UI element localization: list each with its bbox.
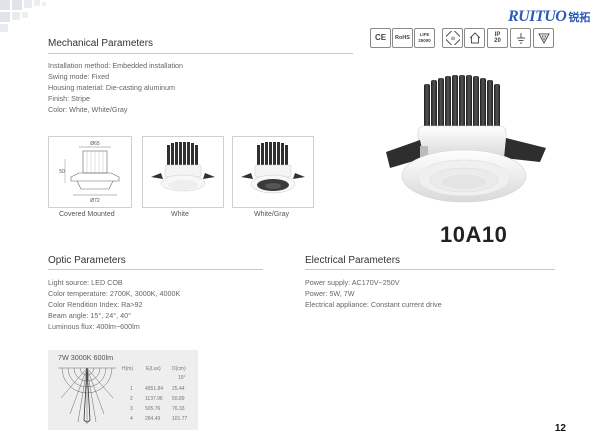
brand-name: RUITUO — [508, 8, 567, 25]
mechanical-heading: Mechanical Parameters — [48, 38, 154, 49]
table-cell: 284.49 — [145, 416, 161, 422]
triangle-warning-icon — [533, 28, 554, 48]
dimension-drawing: Ø65 50 Ø72 — [48, 136, 132, 208]
svg-text:⊙: ⊙ — [450, 36, 454, 42]
optic-heading: Optic Parameters — [48, 255, 126, 266]
table-cell: 50.89 — [172, 396, 185, 402]
thumbnail-white-gray — [232, 136, 314, 208]
optic-rule — [48, 269, 263, 270]
photometric-title: 7W 3000K 600lm — [58, 353, 114, 362]
electrical-line: Power supply: AC170V~250V — [305, 278, 400, 287]
life-hours-icon: LIFE 25000 — [414, 28, 435, 48]
ce-mark-icon: CE — [370, 28, 391, 48]
optic-line: Light source: LED COB — [48, 278, 123, 287]
optic-line: Beam angle: 15°, 24°, 40° — [48, 311, 131, 320]
table-cell: 505.76 — [145, 406, 161, 412]
table-angle: 15° — [178, 375, 186, 381]
house-indoor-icon — [464, 28, 485, 48]
table-header: H(m) — [122, 366, 134, 372]
table-cell: 101.77 — [172, 416, 188, 422]
optic-line: Luminous flux: 400lm~600lm — [48, 322, 140, 331]
mechanical-line: Color: White, White/Gray — [48, 105, 128, 114]
table-header: D(cm) — [172, 366, 186, 372]
mechanical-line: Housing material: Die-casting aluminum — [48, 83, 176, 92]
page-number: 12 — [554, 423, 566, 434]
table-cell: 1137.96 — [145, 396, 163, 402]
ip-rating-icon: IP 20 — [487, 28, 508, 48]
model-number: 10A10 — [440, 222, 508, 247]
bottom-dimension: Ø72 — [90, 198, 100, 204]
brand-logo: RUITUO 锐拓 — [508, 6, 590, 28]
mechanical-rule — [48, 53, 353, 54]
electrical-line: Electrical appliance: Constant current d… — [305, 300, 442, 309]
table-cell: 1 — [130, 386, 133, 392]
product-image — [380, 70, 552, 210]
table-cell: 25.44 — [172, 386, 185, 392]
thumbnail-caption: White/Gray — [254, 211, 290, 218]
table-cell: 3 — [130, 406, 133, 412]
table-cell: 76.33 — [172, 406, 185, 412]
table-cell: 4551.84 — [145, 386, 164, 392]
optic-line: Color temperature: 2700K, 3000K, 4000K — [48, 289, 181, 298]
table-cell: 2 — [130, 396, 133, 402]
polar-diagram-icon — [56, 364, 118, 426]
thumbnail-caption: White — [171, 211, 189, 218]
optic-line: Color Rendition Index: Ra>92 — [48, 300, 143, 309]
side-dimension: 50 — [59, 169, 65, 175]
thumbnail-caption: Covered Mounted — [59, 211, 115, 218]
mechanical-line: Installation method: Embedded installati… — [48, 61, 184, 70]
rohs-mark-icon: RoHS — [392, 28, 413, 48]
table-header: E(Lux) — [146, 366, 161, 372]
brand-chinese: 锐拓 — [568, 12, 591, 24]
electrical-heading: Electrical Parameters — [305, 255, 401, 266]
mechanical-line: Swing mode: Fixed — [48, 72, 110, 81]
thumbnail-white — [142, 136, 224, 208]
ground-symbol-icon — [510, 28, 531, 48]
top-dimension: Ø65 — [90, 141, 100, 147]
electrical-rule — [305, 269, 555, 270]
table-cell: 4 — [130, 416, 133, 422]
electrical-line: Power: 5W, 7W — [305, 289, 355, 298]
mechanical-line: Finish: Stripe — [48, 94, 90, 103]
safety-class-icon: ⊙ — [442, 28, 463, 48]
